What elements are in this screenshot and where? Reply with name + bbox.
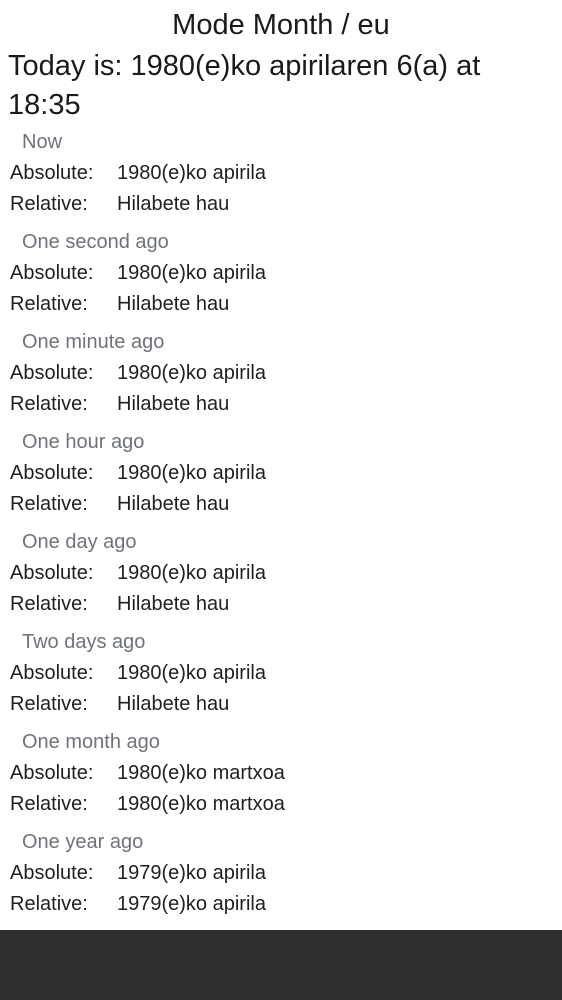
absolute-value: 1980(e)ko apirila	[117, 462, 266, 484]
absolute-value: 1980(e)ko apirila	[117, 162, 266, 184]
relative-row: Relative: 1979(e)ko apirila	[10, 890, 266, 918]
absolute-row: Absolute: 1980(e)ko apirila	[10, 259, 266, 287]
date-list: Now Absolute: 1980(e)ko apirila Relative:…	[0, 126, 562, 926]
relative-label: Relative:	[10, 693, 88, 715]
relative-value: Hilabete hau	[117, 193, 230, 215]
section-one-day-ago: One day ago Absolute: 1980(e)ko apirila R…	[0, 526, 562, 626]
absolute-label: Absolute:	[10, 262, 94, 284]
relative-row: Relative: Hilabete hau	[10, 390, 229, 418]
section-title: Now	[22, 131, 63, 153]
section-one-hour-ago: One hour ago Absolute: 1980(e)ko apirila …	[0, 426, 562, 526]
section-title: One day ago	[22, 531, 137, 553]
relative-label: Relative:	[10, 593, 88, 615]
absolute-value: 1979(e)ko apirila	[117, 862, 266, 884]
absolute-row: Absolute: 1980(e)ko apirila	[10, 159, 266, 187]
relative-label: Relative:	[10, 493, 88, 515]
relative-row: Relative: 1980(e)ko martxoa	[10, 790, 285, 818]
absolute-value: 1980(e)ko apirila	[117, 362, 266, 384]
relative-label: Relative:	[10, 293, 88, 315]
absolute-value: 1980(e)ko apirila	[117, 662, 266, 684]
relative-label: Relative:	[10, 793, 88, 815]
relative-label: Relative:	[10, 393, 88, 415]
absolute-label: Absolute:	[10, 762, 94, 784]
section-one-minute-ago: One minute ago Absolute: 1980(e)ko apiril…	[0, 326, 562, 426]
relative-row: Relative: Hilabete hau	[10, 490, 229, 518]
absolute-row: Absolute: 1980(e)ko martxoa	[10, 759, 285, 787]
section-one-month-ago: One month ago Absolute: 1980(e)ko martxoa…	[0, 726, 562, 826]
section-title: Two days ago	[22, 631, 146, 653]
absolute-row: Absolute: 1980(e)ko apirila	[10, 659, 266, 687]
section-title: One hour ago	[22, 431, 145, 453]
section-two-days-ago: Two days ago Absolute: 1980(e)ko apirila …	[0, 626, 562, 726]
relative-row: Relative: Hilabete hau	[10, 690, 229, 718]
relative-value: Hilabete hau	[117, 293, 230, 315]
absolute-row: Absolute: 1979(e)ko apirila	[10, 859, 266, 887]
absolute-label: Absolute:	[10, 162, 94, 184]
absolute-label: Absolute:	[10, 462, 94, 484]
absolute-label: Absolute:	[10, 562, 94, 584]
relative-label: Relative:	[10, 893, 88, 915]
absolute-label: Absolute:	[10, 862, 94, 884]
absolute-value: 1980(e)ko apirila	[117, 262, 266, 284]
section-one-year-ago: One year ago Absolute: 1979(e)ko apirila …	[0, 826, 562, 926]
relative-value: Hilabete hau	[117, 493, 230, 515]
absolute-value: 1980(e)ko apirila	[117, 562, 266, 584]
absolute-value: 1980(e)ko martxoa	[117, 762, 285, 784]
relative-value: 1979(e)ko apirila	[117, 893, 266, 915]
relative-row: Relative: Hilabete hau	[10, 590, 229, 618]
section-now: Now Absolute: 1980(e)ko apirila Relative:…	[0, 126, 562, 226]
relative-value: 1980(e)ko martxoa	[117, 793, 285, 815]
relative-row: Relative: Hilabete hau	[10, 190, 229, 218]
relative-value: Hilabete hau	[117, 593, 230, 615]
absolute-row: Absolute: 1980(e)ko apirila	[10, 359, 266, 387]
section-title: One minute ago	[22, 331, 165, 353]
section-one-second-ago: One second ago Absolute: 1980(e)ko apiril…	[0, 226, 562, 326]
absolute-row: Absolute: 1980(e)ko apirila	[10, 559, 266, 587]
relative-value: Hilabete hau	[117, 693, 230, 715]
relative-value: Hilabete hau	[117, 393, 230, 415]
absolute-row: Absolute: 1980(e)ko apirila	[10, 459, 266, 487]
section-title: One second ago	[22, 231, 169, 253]
absolute-label: Absolute:	[10, 662, 94, 684]
today-text: Today is: 1980(e)ko apirilaren 6(a) at 1…	[8, 50, 481, 121]
section-title: One year ago	[22, 831, 144, 853]
relative-label: Relative:	[10, 193, 88, 215]
screen: Mode Month / eu Today is: 1980(e)ko apir…	[0, 0, 562, 1000]
absolute-label: Absolute:	[10, 362, 94, 384]
page-title: Mode Month / eu	[172, 9, 390, 41]
bottom-bar	[0, 930, 562, 1000]
section-title: One month ago	[22, 731, 160, 753]
relative-row: Relative: Hilabete hau	[10, 290, 229, 318]
